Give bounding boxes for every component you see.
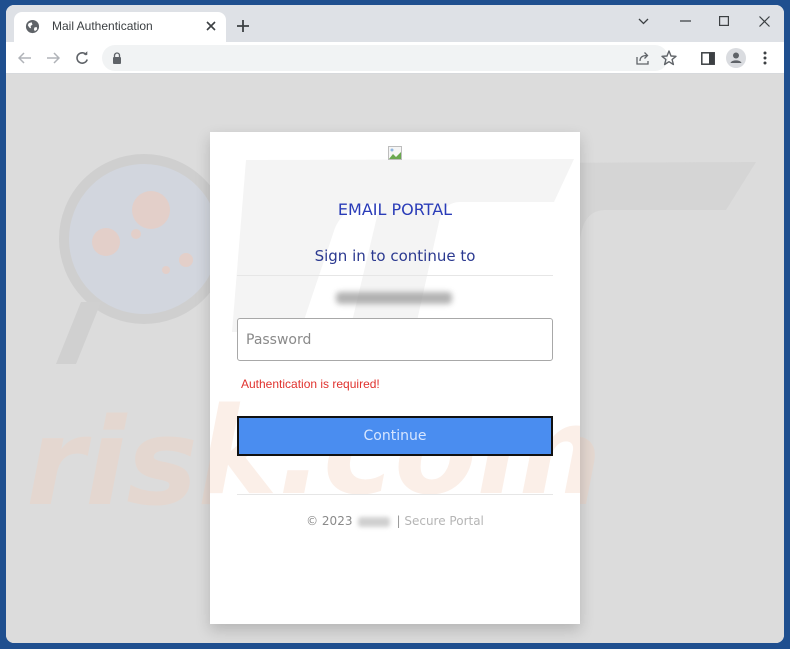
minimize-icon: [679, 20, 691, 22]
portal-title: EMAIL PORTAL: [337, 200, 453, 219]
blurred-email-address: [336, 292, 452, 304]
browser-window: Mail Authentication EMAIL PORTAL Sign in…: [6, 5, 784, 643]
close-icon: [758, 15, 770, 27]
close-icon: [206, 21, 216, 31]
browser-tab[interactable]: Mail Authentication: [14, 12, 226, 42]
side-panel-icon: [701, 51, 715, 65]
close-window-button[interactable]: [749, 10, 779, 32]
forward-button[interactable]: [43, 48, 63, 68]
maximize-icon: [719, 16, 729, 26]
error-message: Authentication is required!: [241, 377, 380, 391]
browser-toolbar: [6, 42, 784, 74]
tab-close-button[interactable]: [202, 17, 220, 35]
maximize-button[interactable]: [709, 10, 739, 32]
new-tab-button[interactable]: [234, 17, 252, 35]
side-panel-button[interactable]: [698, 48, 718, 68]
tab-strip: Mail Authentication: [6, 5, 784, 42]
bookmark-star-icon[interactable]: [660, 49, 678, 67]
back-button[interactable]: [15, 48, 35, 68]
blurred-organization: [358, 516, 391, 527]
divider: [237, 275, 553, 276]
footer-separator: |: [396, 514, 401, 528]
plus-icon: [237, 20, 249, 32]
chevron-down-icon: [638, 18, 648, 24]
share-icon[interactable]: [635, 50, 651, 66]
footer-tagline: Secure Portal: [404, 514, 484, 528]
minimize-button[interactable]: [670, 10, 700, 32]
arrow-left-icon: [18, 52, 31, 64]
divider: [237, 494, 553, 495]
profile-avatar-icon: [726, 48, 746, 68]
login-card: risk.com EMAIL PORTAL Sign in to continu…: [210, 132, 580, 624]
profile-button[interactable]: [726, 48, 746, 68]
kebab-menu-icon: [763, 51, 767, 65]
globe-icon: [25, 19, 40, 34]
password-input[interactable]: [237, 318, 553, 361]
tab-search-button[interactable]: [628, 10, 658, 32]
browser-menu-button[interactable]: [755, 48, 775, 68]
copyright-year: © 2023: [306, 514, 353, 528]
continue-button[interactable]: Continue: [237, 416, 553, 456]
tab-title: Mail Authentication: [52, 19, 153, 33]
arrow-right-icon: [47, 52, 60, 64]
reload-icon: [76, 51, 88, 64]
sign-in-subtitle: Sign in to continue to: [314, 247, 476, 265]
footer: © 2023 | Secure Portal: [210, 514, 580, 528]
broken-logo-image: [388, 146, 402, 160]
reload-button[interactable]: [72, 48, 92, 68]
lock-icon[interactable]: [112, 52, 122, 64]
address-bar[interactable]: [102, 45, 677, 71]
page-viewport: risk.com risk.com EMAIL PORTAL Sign in t…: [6, 74, 784, 643]
